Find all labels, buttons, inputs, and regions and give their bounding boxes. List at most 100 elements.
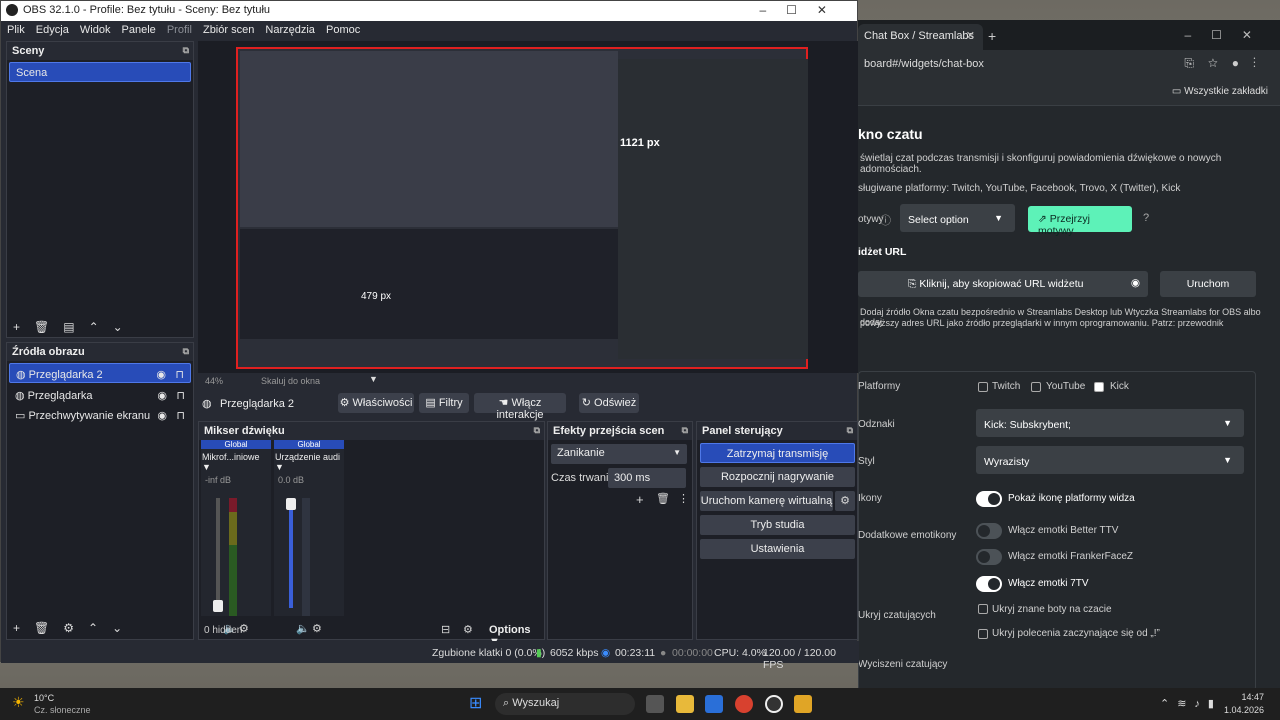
settings-button[interactable]: Ustawienia	[700, 539, 855, 559]
new-tab-icon[interactable]: +	[988, 28, 996, 44]
task-view-icon[interactable]	[646, 695, 664, 713]
source-item[interactable]: ▭ Przechwytywanie ekranu ◉ ⊓	[9, 405, 191, 425]
volume-slider-handle[interactable]	[286, 498, 296, 510]
volume-slider[interactable]	[289, 498, 293, 608]
store-icon[interactable]	[705, 695, 723, 713]
filter-icon[interactable]: ▤	[63, 320, 74, 334]
lock-icon[interactable]: ⊓	[176, 409, 185, 422]
style-select[interactable]: Wyrazisty ▼	[976, 446, 1244, 474]
refresh-button[interactable]: ↻ Odśwież	[579, 393, 639, 413]
virtual-camera-button[interactable]: Uruchom kamerę wirtualną	[700, 491, 833, 511]
chevron-down-icon[interactable]: ▼	[369, 374, 378, 384]
eye-icon[interactable]: ◉	[157, 389, 167, 402]
undock-icon[interactable]: ⧉	[847, 425, 853, 436]
transition-select[interactable]: Zanikanie ▼	[551, 444, 687, 464]
weather-temp[interactable]: 10°C	[34, 693, 54, 703]
trash-icon[interactable]: 🗑	[34, 621, 49, 635]
obs-taskbar-icon[interactable]	[765, 695, 783, 713]
7tv-toggle[interactable]	[976, 576, 1002, 592]
clock-time[interactable]: 14:47	[1220, 692, 1264, 702]
trash-icon[interactable]: 🗑	[34, 320, 49, 334]
preview-source-bounds[interactable]	[236, 47, 808, 369]
volume-slider[interactable]	[216, 498, 220, 608]
move-up-icon[interactable]: ⌃	[89, 320, 99, 334]
lock-icon[interactable]: ⊓	[176, 389, 185, 402]
windows-start-icon[interactable]: ⊞	[469, 693, 482, 713]
kick-checkbox[interactable]	[1094, 382, 1104, 392]
youtube-checkbox[interactable]	[1031, 382, 1041, 392]
move-up-icon[interactable]: ⌃	[88, 621, 98, 635]
start-recording-button[interactable]: Rozpocznij nagrywanie	[700, 467, 855, 487]
taskbar-search[interactable]: ⌕ Wyszukaj	[495, 693, 635, 715]
undock-icon[interactable]: ⧉	[682, 425, 688, 436]
obs-window-controls[interactable]: –☐✕	[760, 3, 848, 17]
all-bookmarks[interactable]: ▭ Wszystkie zakładki	[1172, 86, 1268, 97]
menu-view[interactable]: Widok	[80, 24, 111, 36]
stop-stream-button[interactable]: Zatrzymaj transmisję	[700, 443, 855, 463]
interact-button[interactable]: ☚ Włącz interakcje	[474, 393, 566, 421]
address-bar[interactable]: board#/widgets/chat-box ⎘☆●⋮	[858, 50, 1280, 80]
volume-slider-handle[interactable]	[213, 600, 223, 612]
badges-select[interactable]: Kick: Subskrybent; ▼	[976, 409, 1244, 437]
duration-input[interactable]: 300 ms	[608, 468, 686, 488]
gear-icon[interactable]: ⚙	[63, 621, 74, 635]
menu-profile[interactable]: Profil	[167, 24, 192, 36]
add-icon[interactable]: +	[13, 621, 20, 635]
channel-name[interactable]: Urządzenie audi ▼	[274, 449, 344, 475]
platform-icon-toggle[interactable]	[976, 491, 1002, 507]
gear-icon[interactable]: ⚙	[835, 491, 855, 511]
gear-icon[interactable]: ⚙	[312, 622, 322, 635]
add-icon[interactable]: +	[13, 320, 20, 334]
launch-button[interactable]: Uruchom	[1160, 271, 1256, 297]
scene-item[interactable]: Scena	[9, 62, 191, 82]
menu-docks[interactable]: Panele	[122, 24, 156, 36]
menu-file[interactable]: Plik	[7, 24, 25, 36]
filters-button[interactable]: ▤ Filtry	[419, 393, 469, 413]
add-icon[interactable]: +	[636, 492, 644, 507]
file-explorer-icon[interactable]	[676, 695, 694, 713]
hide-commands-checkbox[interactable]	[978, 629, 988, 639]
copy-url-button[interactable]: ⎘ Kliknij, aby skopiować URL widżetu ◉	[858, 271, 1148, 297]
undock-icon[interactable]: ⧉	[183, 346, 189, 357]
menu-scene-collection[interactable]: Zbiór scen	[203, 24, 254, 36]
twitch-checkbox[interactable]	[978, 382, 988, 392]
bttv-toggle[interactable]	[976, 523, 1002, 539]
preview-canvas[interactable]: 1121 px 479 px	[198, 41, 858, 373]
theme-select[interactable]: Select option ▼	[900, 204, 1015, 232]
browser-tab[interactable]: Chat Box / Streamlabs ✕	[858, 24, 983, 50]
properties-button[interactable]: ⚙ Właściwości	[338, 393, 414, 413]
close-tab-icon[interactable]: ✕	[966, 29, 975, 42]
browse-themes-button[interactable]: ⇗ Przejrzyj motywy	[1028, 206, 1132, 237]
zoom-level[interactable]: 44%	[205, 376, 223, 386]
hide-bots-checkbox[interactable]	[978, 604, 988, 614]
move-down-icon[interactable]: ⌄	[113, 320, 123, 334]
menu-help[interactable]: Pomoc	[326, 24, 360, 36]
undock-icon[interactable]: ⧉	[183, 45, 189, 56]
studio-mode-button[interactable]: Tryb studia	[700, 515, 855, 535]
scale-mode[interactable]: Skaluj do okna	[261, 376, 320, 386]
layout-icon[interactable]: ⊟	[441, 623, 450, 636]
eye-icon[interactable]: ◉	[156, 368, 166, 381]
advanced-audio-icon[interactable]: ⚙	[463, 623, 473, 636]
menu-tools[interactable]: Narzędzia	[265, 24, 315, 36]
browser-toolbar-icons[interactable]: ⎘☆●⋮	[1184, 56, 1270, 71]
weather-desc[interactable]: Cz. słoneczne	[34, 705, 91, 715]
chrome-icon[interactable]	[735, 695, 753, 713]
ffz-toggle[interactable]	[976, 549, 1002, 565]
menu-edit[interactable]: Edycja	[36, 24, 69, 36]
source-item[interactable]: ◍ Przeglądarka ◉ ⊓	[9, 385, 191, 405]
system-tray-icons[interactable]: ⌃≋♪▮	[1160, 697, 1222, 710]
speaker-icon[interactable]: 🔈	[296, 622, 310, 635]
undock-icon[interactable]: ⧉	[534, 425, 540, 436]
lock-icon[interactable]: ⊓	[175, 368, 184, 381]
eye-icon[interactable]: ◉	[157, 409, 167, 422]
move-down-icon[interactable]: ⌄	[112, 621, 122, 635]
more-icon[interactable]: ⋮	[678, 492, 689, 505]
clock-date[interactable]: 1.04.2026	[1220, 705, 1264, 715]
trash-icon[interactable]: 🗑	[656, 492, 670, 505]
info-icon[interactable]: ⓘ	[880, 212, 891, 228]
eye-icon[interactable]: ◉	[1131, 277, 1140, 289]
source-item[interactable]: ◍ Przeglądarka 2 ◉ ⊓	[9, 363, 191, 383]
app-icon[interactable]	[794, 695, 812, 713]
help-icon[interactable]: ?	[1143, 212, 1149, 224]
